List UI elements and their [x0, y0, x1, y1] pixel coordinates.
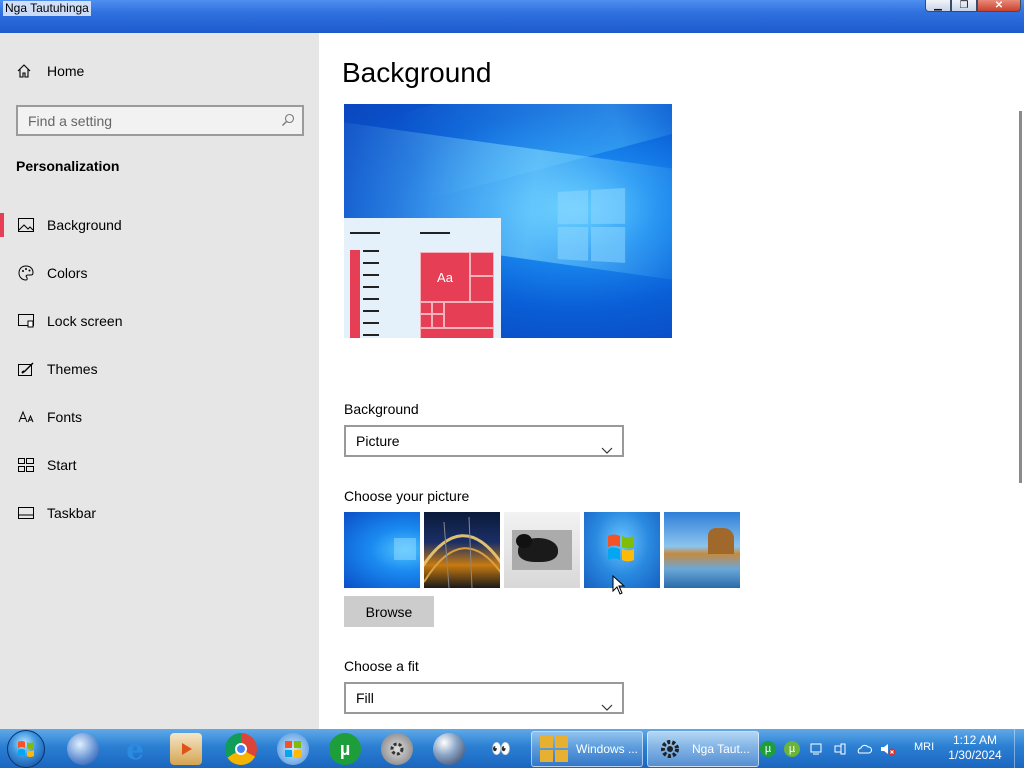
- picture-thumb-cat[interactable]: [504, 512, 580, 588]
- picture-thumb-windows-10[interactable]: [344, 512, 420, 588]
- palette-icon: [17, 265, 35, 281]
- device-tray-icon[interactable]: [808, 741, 824, 757]
- utorrent-icon[interactable]: µ: [329, 733, 361, 765]
- windows-explorer-icon[interactable]: [277, 733, 309, 765]
- page-title: Background: [342, 57, 492, 88]
- fit-value: Fill: [356, 690, 374, 706]
- task-windows[interactable]: Windows ...: [531, 731, 643, 767]
- sidebar-item-themes[interactable]: Themes: [0, 345, 319, 393]
- show-desktop-button[interactable]: [1014, 729, 1024, 768]
- utorrent-tray-icon-2[interactable]: µ: [784, 740, 800, 757]
- task-settings[interactable]: Nga Taut...: [647, 731, 759, 767]
- sidebar-item-label: Lock screen: [47, 313, 123, 329]
- browse-button[interactable]: Browse: [344, 596, 434, 627]
- chevron-down-icon: [601, 693, 613, 721]
- start-icon: [17, 457, 35, 473]
- sidebar-item-colors[interactable]: Colors: [0, 249, 319, 297]
- window-title: Nga Tautuhinga: [3, 1, 91, 16]
- settings-main: Background Aa Background Picture Choose …: [319, 33, 1024, 729]
- gear-icon[interactable]: [381, 733, 413, 765]
- sphere-app-icon[interactable]: [433, 733, 465, 765]
- start-menu-preview: Aa: [344, 218, 501, 338]
- sidebar-item-label: Background: [47, 217, 122, 233]
- clock[interactable]: 1:12 AM 1/30/2024: [940, 733, 1010, 763]
- task-label: Windows ...: [576, 742, 639, 756]
- clock-time: 1:12 AM: [952, 733, 998, 747]
- picture-icon: [17, 217, 35, 233]
- mouse-cursor-icon: [612, 575, 626, 595]
- background-preview: Aa: [344, 104, 672, 338]
- background-type-dropdown[interactable]: Picture: [344, 425, 624, 457]
- taskbar-icon: [17, 505, 35, 521]
- settings-gear-icon: [661, 740, 679, 758]
- search-icon[interactable]: [281, 113, 295, 132]
- network-browser-icon[interactable]: [67, 733, 99, 765]
- sidebar-item-background[interactable]: Background: [0, 201, 319, 249]
- vertical-scrollbar[interactable]: [1019, 111, 1022, 483]
- home-icon: [16, 63, 34, 79]
- maximize-button[interactable]: ❐: [951, 0, 977, 12]
- background-type-label: Background: [344, 401, 419, 417]
- preview-tile-text: Aa: [420, 252, 470, 302]
- lock-screen-icon: [17, 313, 35, 329]
- sidebar-item-label: Start: [47, 457, 77, 473]
- system-tray: µ µ: [760, 729, 904, 768]
- sidebar-item-taskbar[interactable]: Taskbar: [0, 489, 319, 537]
- network-tray-icon[interactable]: [832, 741, 848, 757]
- clock-date: 1/30/2024: [948, 748, 1002, 762]
- picture-thumb-tunnel[interactable]: [424, 512, 500, 588]
- sidebar-item-lock-screen[interactable]: Lock screen: [0, 297, 319, 345]
- sidebar-item-label: Colors: [47, 265, 88, 281]
- utorrent-tray-icon[interactable]: µ: [760, 740, 776, 757]
- windows-logo-icon: [557, 187, 629, 266]
- task-label: Nga Taut...: [692, 742, 750, 756]
- volume-muted-icon[interactable]: [880, 741, 896, 757]
- home-nav-item[interactable]: Home: [16, 63, 84, 79]
- sidebar-item-fonts[interactable]: Fonts: [0, 393, 319, 441]
- start-button[interactable]: [7, 730, 45, 768]
- home-label: Home: [47, 63, 85, 79]
- windows-logo-icon: [540, 736, 568, 762]
- search-box[interactable]: [16, 105, 304, 136]
- minimize-button[interactable]: ▁: [925, 0, 951, 12]
- picture-gallery: [344, 512, 744, 588]
- language-indicator[interactable]: MRI: [914, 741, 934, 753]
- sidebar-item-start[interactable]: Start: [0, 441, 319, 489]
- sidebar-item-label: Fonts: [47, 409, 83, 425]
- fit-dropdown[interactable]: Fill: [344, 682, 624, 714]
- choose-fit-label: Choose a fit: [344, 658, 419, 674]
- eyes-app-icon[interactable]: 👀: [485, 733, 517, 765]
- chevron-down-icon: [601, 436, 613, 464]
- font-icon: [17, 409, 35, 425]
- brush-icon: [17, 361, 35, 377]
- window-title-bar[interactable]: Nga Tautuhinga ▁ ❐ ✕: [0, 0, 1024, 33]
- chrome-icon[interactable]: [225, 733, 257, 765]
- choose-picture-label: Choose your picture: [344, 488, 470, 504]
- settings-sidebar: Home Personalization Background Colors L…: [0, 33, 319, 729]
- onedrive-tray-icon[interactable]: [856, 741, 872, 757]
- taskbar: e µ 👀 Windows ... Nga Taut... µ µ MRI 1:…: [0, 729, 1024, 768]
- close-button[interactable]: ✕: [977, 0, 1021, 12]
- search-input[interactable]: [18, 107, 268, 134]
- sidebar-item-label: Themes: [47, 361, 98, 377]
- media-player-icon[interactable]: [170, 733, 202, 765]
- sidebar-item-label: Taskbar: [47, 505, 97, 521]
- picture-thumb-beach[interactable]: [664, 512, 740, 588]
- personalization-nav: Background Colors Lock screen Themes Fon…: [0, 201, 319, 537]
- internet-explorer-icon[interactable]: e: [119, 733, 151, 766]
- background-type-value: Picture: [356, 433, 400, 449]
- section-title: Personalization: [16, 158, 120, 174]
